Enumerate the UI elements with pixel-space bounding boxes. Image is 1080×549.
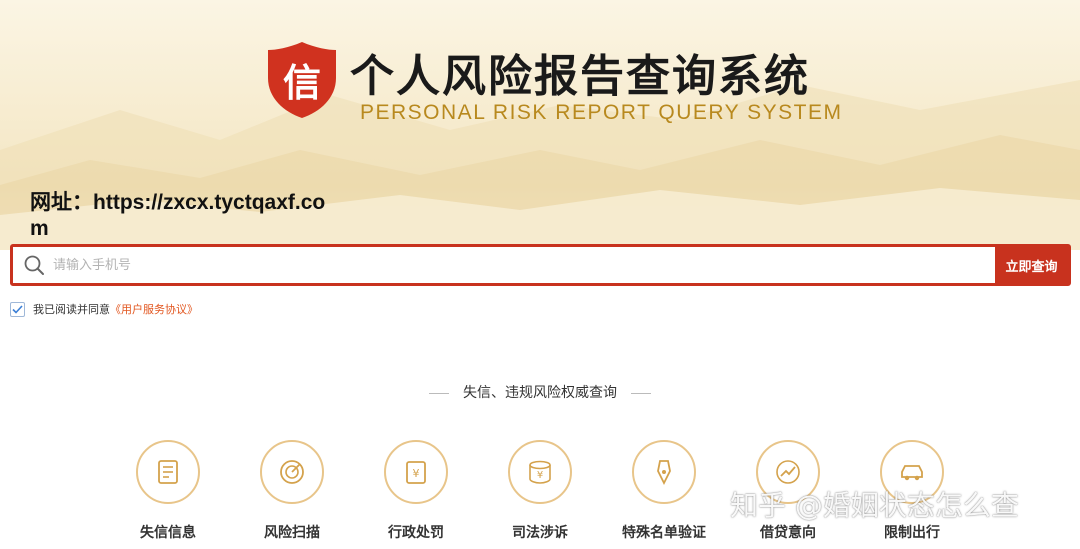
divider-left <box>429 392 449 394</box>
section-title-text: 失信、违规风险权威查询 <box>463 385 617 401</box>
user-agreement-link[interactable]: 《用户服务协议》 <box>110 301 198 317</box>
page-title: 个人风险报告查询系统 <box>350 51 810 102</box>
agreement-checkbox[interactable] <box>10 301 25 317</box>
feature-label: 借贷意向 <box>760 525 816 541</box>
feature-risk-scan[interactable]: 风险扫描 <box>237 440 347 542</box>
feature-icon-circle: ¥ <box>384 440 448 504</box>
feature-icon-circle <box>136 440 200 504</box>
check-icon <box>12 304 23 314</box>
feature-special-list[interactable]: 特殊名单验证 <box>609 440 719 542</box>
agreement-text: 我已阅读并同意 <box>33 303 110 316</box>
car-icon <box>901 465 923 481</box>
query-button[interactable]: 立即查询 <box>995 247 1068 283</box>
search-icon <box>24 255 44 275</box>
feature-label: 限制出行 <box>884 525 940 541</box>
logo-character: 信 <box>282 60 321 105</box>
feature-label: 失信信息 <box>140 525 196 541</box>
feature-icon-circle <box>260 440 324 504</box>
feature-admin-penalty[interactable]: ¥ 行政处罚 <box>361 440 471 542</box>
feature-label: 风险扫描 <box>264 525 320 541</box>
trend-icon <box>776 460 800 484</box>
feature-label: 司法涉诉 <box>512 525 568 541</box>
feature-icon-circle: ¥ <box>508 440 572 504</box>
feature-dishonesty-info[interactable]: 失信信息 <box>113 440 223 542</box>
url-notice: 网址：https://zxcx.tyctqaxf.com <box>30 191 326 240</box>
agreement-row: 我已阅读并同意 《用户服务协议》 <box>10 301 198 317</box>
feature-icon-circle <box>632 440 696 504</box>
search-bar: 立即查询 <box>10 244 1071 286</box>
page-subtitle: PERSONAL RISK REPORT QUERY SYSTEM <box>360 101 843 124</box>
radar-icon <box>280 460 304 484</box>
phone-input[interactable] <box>53 250 995 280</box>
feature-label: 行政处罚 <box>388 525 444 541</box>
svg-text:¥: ¥ <box>537 470 543 481</box>
pen-icon <box>657 460 671 486</box>
svg-text:¥: ¥ <box>413 467 420 480</box>
document-icon <box>158 460 178 484</box>
section-heading: 失信、违规风险权威查询 <box>0 382 1080 402</box>
search-field <box>13 247 995 283</box>
divider-right <box>631 392 651 394</box>
watermark-text: 知乎 @婚姻状态怎么查 <box>730 489 1019 522</box>
yuan-notice-icon: ¥ <box>406 461 426 484</box>
coin-stack-icon: ¥ <box>529 460 551 484</box>
feature-label: 特殊名单验证 <box>622 525 706 541</box>
feature-litigation[interactable]: ¥ 司法涉诉 <box>485 440 595 542</box>
